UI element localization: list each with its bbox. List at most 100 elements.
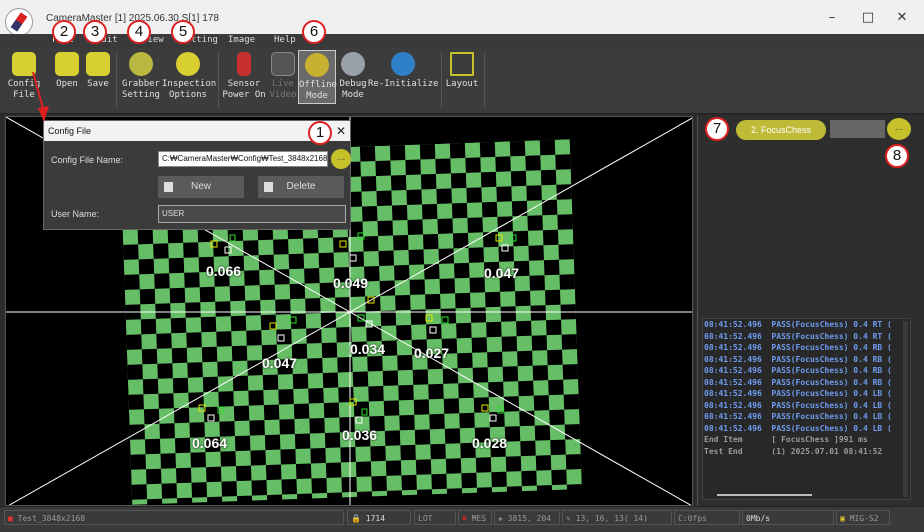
roi-box: [441, 316, 449, 324]
log-line: 08:41:52.496 PASS(FocusChess) 0.4 LB (: [704, 412, 892, 421]
new-file-icon: [164, 182, 173, 192]
roi-box: [349, 254, 357, 262]
menu-help[interactable]: Help: [274, 35, 296, 45]
focus-value-left-mid: 0.047: [262, 355, 298, 371]
log-line: 08:41:52.496 PASS(FocusChess) 0.4 LB (: [704, 389, 892, 398]
roi-box: [269, 322, 277, 330]
inspection-options-button[interactable]: Inspection Options: [162, 50, 216, 104]
video-icon: [271, 52, 295, 76]
offline-icon: [305, 53, 329, 77]
new-button[interactable]: New: [158, 176, 244, 198]
focus-value-center-top: 0.049: [333, 275, 369, 291]
callout-1: 1: [308, 121, 332, 145]
roi-box: [489, 414, 497, 422]
log-line: 08:41:52.496 PASS(FocusChess) 0.4 RB (: [704, 343, 892, 352]
reinit-icon: [391, 52, 415, 76]
debug-mode-button[interactable]: Debug Mode: [338, 50, 368, 104]
roi-box: [198, 404, 206, 412]
debug-icon: [341, 52, 365, 76]
callout-3: 3: [83, 20, 107, 44]
status-rate: 0Mb/s: [742, 510, 834, 525]
roi-box: [501, 244, 509, 252]
callout-arrow: [32, 71, 49, 122]
log-line: 08:41:52.496 PASS(FocusChess) 0.4 LB (: [704, 423, 892, 433]
log-line: 08:41:52.496 PASS(FocusChess) 0.4 LB (: [704, 400, 892, 410]
roi-box: [277, 334, 285, 342]
sensor-icon: [237, 52, 251, 76]
status-device: ▣ MIG-S2: [836, 510, 890, 525]
callout-7: 7: [705, 117, 729, 141]
delete-file-icon: [264, 182, 273, 192]
roi-box: [355, 416, 363, 424]
roi-box: [224, 246, 232, 254]
reinitialize-button[interactable]: Re-Initialize: [368, 50, 438, 104]
item-browse-button[interactable]: ...: [887, 118, 911, 140]
config-file-select[interactable]: C:₩CameraMaster₩Config₩Test_3848x2168: [158, 151, 328, 167]
roi-box: [207, 414, 215, 422]
toolbar: Config File Open Save Grabber Setting In…: [0, 48, 924, 114]
lock-icon: 🔒: [351, 514, 361, 523]
focus-value-right-bottom: 0.028: [472, 435, 508, 451]
callout-8: 8: [885, 144, 909, 168]
log-line: 08:41:52.496 PASS(FocusChess) 0.4 RB (: [704, 366, 892, 375]
roi-box: [497, 406, 504, 414]
user-name-input[interactable]: USER: [158, 205, 346, 223]
log-line: End Item [ FocusChess ]991 ms: [704, 435, 868, 444]
dialog-title: Config File: [44, 121, 350, 141]
floppy-icon: [86, 52, 110, 76]
roi-box: [495, 234, 503, 242]
focus-value-center: 0.034: [350, 341, 386, 357]
status-lock: 🔒 1714: [347, 510, 411, 525]
save-button[interactable]: Save: [84, 50, 112, 104]
log-panel[interactable]: 08:41:52.496 PASS(FocusChess) 0.4 RT ( 08…: [702, 318, 911, 500]
delete-button[interactable]: Delete: [258, 176, 344, 198]
callout-5: 5: [171, 20, 195, 44]
roi-box: [429, 326, 437, 334]
callout-6: 6: [302, 20, 326, 44]
maximize-button[interactable]: □: [858, 10, 878, 25]
status-lot: LOT: [414, 510, 456, 525]
roi-box: [210, 240, 218, 248]
toolbar-separator: [218, 52, 219, 108]
roi-box: [425, 314, 433, 322]
live-video-button[interactable]: Live Video: [268, 50, 298, 104]
layout-button[interactable]: Layout: [444, 50, 480, 104]
focus-value-left-top: 0.066: [206, 263, 242, 279]
log-scrollbar[interactable]: [903, 321, 908, 497]
status-coord: ✚ 3815, 204: [494, 510, 560, 525]
status-fps: C:0fps: [674, 510, 740, 525]
config-file-label: Config File Name:: [51, 155, 124, 165]
user-name-label: User Name:: [51, 209, 100, 219]
status-bar: ■ Test_3848x2168 🔒 1714 LOT ✖ MES ✚ 3815…: [0, 506, 924, 532]
status-mes: ✖ MES: [458, 510, 492, 525]
roi-box: [349, 398, 357, 406]
offline-mode-button[interactable]: Offline Mode: [298, 50, 337, 104]
log-line: 08:41:52.496 PASS(FocusChess) 0.4 RT (: [704, 331, 892, 341]
crosshair-icon: ✚: [498, 514, 503, 523]
inspection-icon: [176, 52, 200, 76]
log-line: 08:41:52.496 PASS(FocusChess) 0.4 RT (: [704, 320, 892, 329]
toolbar-separator: [441, 52, 442, 108]
menu-image[interactable]: Image: [228, 35, 255, 45]
roi-box: [339, 240, 347, 248]
close-button[interactable]: ✕: [892, 10, 912, 25]
config-browse-button[interactable]: ...: [331, 149, 351, 169]
minimize-button[interactable]: –: [822, 10, 842, 25]
sensor-power-button[interactable]: Sensor Power On: [222, 50, 266, 104]
roi-box: [361, 408, 368, 416]
grabber-setting-button[interactable]: Grabber Setting: [120, 50, 162, 104]
log-horizontal-scrollbar[interactable]: [717, 494, 812, 496]
callout-4: 4: [127, 20, 151, 44]
roi-box: [289, 316, 297, 324]
right-panel: 2. FocusChess ... 08:41:52.496 PASS(Focu…: [697, 116, 924, 506]
log-line: Test End (1) 2025.07.01 08:41:52: [704, 446, 883, 456]
focus-value-left-bottom: 0.064: [192, 435, 228, 451]
eyedropper-icon: ✎: [566, 514, 571, 523]
roi-box: [217, 406, 224, 414]
mes-x-icon: ✖: [462, 514, 467, 523]
device-icon: ▣: [840, 514, 845, 523]
status-pixel: ✎ 13, 16, 13( 14): [562, 510, 672, 525]
inspection-item-button[interactable]: 2. FocusChess: [736, 120, 826, 140]
dialog-close-icon[interactable]: ✕: [336, 124, 346, 138]
log-lines: 08:41:52.496 PASS(FocusChess) 0.4 RT ( 08…: [703, 319, 910, 457]
